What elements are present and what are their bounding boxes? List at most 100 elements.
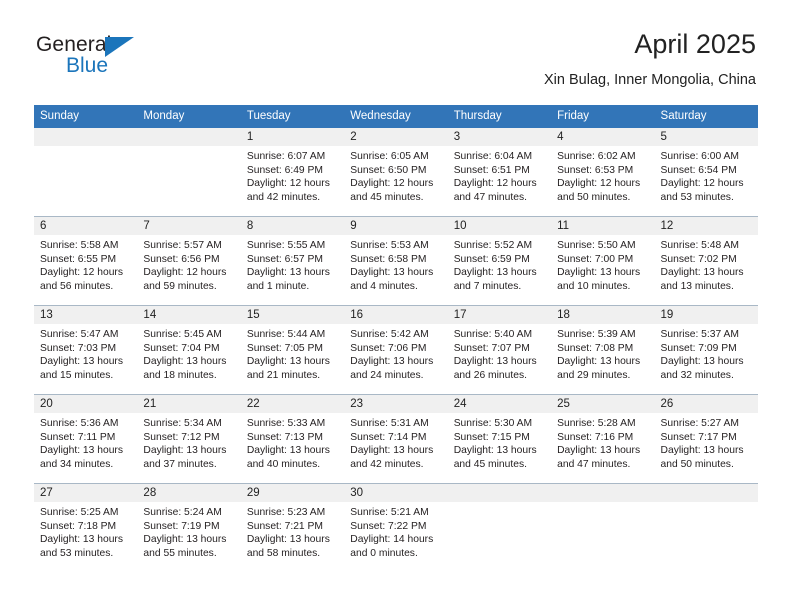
daylight-text: Daylight: 13 hours and 34 minutes. [40,445,123,470]
sunrise-text: Sunrise: 6:05 AM [350,151,429,162]
daylight-text: Daylight: 13 hours and 7 minutes. [453,267,537,292]
sunrise-text: Sunrise: 5:52 AM [453,240,533,251]
day-cell[interactable]: 1 Sunrise: 6:07 AM Sunset: 6:49 PM Dayli… [240,128,345,217]
sunrise-text: Sunrise: 5:48 AM [660,240,739,251]
daylight-text: Daylight: 13 hours and 40 minutes. [246,445,330,470]
day-cell[interactable]: 29 Sunrise: 5:23 AM Sunset: 7:21 PM Dayl… [240,483,345,572]
day-cell[interactable]: 24 Sunrise: 5:30 AM Sunset: 7:15 PM Dayl… [447,394,552,484]
day-cell[interactable]: 21 Sunrise: 5:34 AM Sunset: 7:12 PM Dayl… [137,394,241,484]
daylight-text: Daylight: 13 hours and 21 minutes. [246,356,330,381]
sunrise-text: Sunrise: 5:25 AM [40,507,119,518]
week-row: 6 Sunrise: 5:58 AM Sunset: 6:55 PM Dayli… [34,216,758,306]
day-number: 9 [344,217,448,235]
sunset-text: Sunset: 7:17 PM [660,431,737,443]
day-cell[interactable]: 30 Sunrise: 5:21 AM Sunset: 7:22 PM Dayl… [344,483,448,572]
sunset-text: Sunset: 6:59 PM [453,253,530,265]
day-cell[interactable]: 18 Sunrise: 5:39 AM Sunset: 7:08 PM Dayl… [551,305,655,395]
day-cell[interactable]: 16 Sunrise: 5:42 AM Sunset: 7:06 PM Dayl… [344,305,448,395]
day-details: Sunrise: 6:07 AM Sunset: 6:49 PM Dayligh… [241,146,344,204]
day-details: Sunrise: 5:31 AM Sunset: 7:14 PM Dayligh… [344,413,447,471]
day-cell[interactable]: 2 Sunrise: 6:05 AM Sunset: 6:50 PM Dayli… [344,128,448,217]
sunrise-text: Sunrise: 6:04 AM [453,151,533,162]
day-cell[interactable]: 4 Sunrise: 6:02 AM Sunset: 6:53 PM Dayli… [551,128,655,217]
day-number: 7 [137,217,241,235]
sunrise-text: Sunrise: 5:36 AM [40,418,119,429]
day-cell[interactable]: 26 Sunrise: 5:27 AM Sunset: 7:17 PM Dayl… [654,394,758,484]
day-cell[interactable]: 3 Sunrise: 6:04 AM Sunset: 6:51 PM Dayli… [447,128,552,217]
sunrise-text: Sunrise: 5:37 AM [660,329,739,340]
sunrise-text: Sunrise: 5:30 AM [453,418,533,429]
day-number: 2 [344,128,448,146]
week-row: 13 Sunrise: 5:47 AM Sunset: 7:03 PM Dayl… [34,305,758,395]
logo-triangle-icon [105,37,134,57]
day-details: Sunrise: 5:37 AM Sunset: 7:09 PM Dayligh… [655,324,758,382]
day-cell-empty [551,483,655,572]
sunset-text: Sunset: 6:53 PM [557,164,634,176]
daylight-text: Daylight: 12 hours and 47 minutes. [453,178,537,203]
daylight-text: Daylight: 13 hours and 55 minutes. [143,534,227,559]
day-cell[interactable]: 23 Sunrise: 5:31 AM Sunset: 7:14 PM Dayl… [344,394,448,484]
sunrise-text: Sunrise: 6:00 AM [660,151,739,162]
day-cell[interactable]: 22 Sunrise: 5:33 AM Sunset: 7:13 PM Dayl… [240,394,345,484]
day-cell[interactable]: 10 Sunrise: 5:52 AM Sunset: 6:59 PM Dayl… [447,216,552,306]
calendar-page: General Blue April 2025 Xin Bulag, Inner… [0,0,792,612]
week-row: 20 Sunrise: 5:36 AM Sunset: 7:11 PM Dayl… [34,394,758,484]
day-details: Sunrise: 5:27 AM Sunset: 7:17 PM Dayligh… [655,413,758,471]
day-details: Sunrise: 5:53 AM Sunset: 6:58 PM Dayligh… [344,235,447,293]
day-cell[interactable]: 27 Sunrise: 5:25 AM Sunset: 7:18 PM Dayl… [34,483,138,572]
day-cell[interactable]: 7 Sunrise: 5:57 AM Sunset: 6:56 PM Dayli… [137,216,241,306]
generalblue-logo[interactable]: General Blue [36,33,166,79]
day-number: 18 [551,306,655,324]
day-cell[interactable]: 5 Sunrise: 6:00 AM Sunset: 6:54 PM Dayli… [654,128,758,217]
sunset-text: Sunset: 6:54 PM [660,164,737,176]
sunset-text: Sunset: 7:03 PM [40,342,117,354]
day-cell[interactable]: 17 Sunrise: 5:40 AM Sunset: 7:07 PM Dayl… [447,305,552,395]
daylight-text: Daylight: 13 hours and 37 minutes. [143,445,227,470]
sunrise-text: Sunrise: 5:34 AM [143,418,222,429]
day-cell[interactable]: 8 Sunrise: 5:55 AM Sunset: 6:57 PM Dayli… [240,216,345,306]
day-details: Sunrise: 5:25 AM Sunset: 7:18 PM Dayligh… [34,502,137,560]
day-cell[interactable]: 20 Sunrise: 5:36 AM Sunset: 7:11 PM Dayl… [34,394,138,484]
daylight-text: Daylight: 12 hours and 42 minutes. [246,178,330,203]
sunset-text: Sunset: 6:56 PM [143,253,220,265]
week-row: 1 Sunrise: 6:07 AM Sunset: 6:49 PM Dayli… [34,128,758,217]
day-details: Sunrise: 5:57 AM Sunset: 6:56 PM Dayligh… [137,235,240,293]
sunrise-text: Sunrise: 5:58 AM [40,240,119,251]
sunrise-text: Sunrise: 5:23 AM [246,507,326,518]
sunset-text: Sunset: 6:58 PM [350,253,427,265]
weekday-header-tuesday: Tuesday [240,105,345,128]
day-cell[interactable]: 13 Sunrise: 5:47 AM Sunset: 7:03 PM Dayl… [34,305,138,395]
day-cell[interactable]: 9 Sunrise: 5:53 AM Sunset: 6:58 PM Dayli… [344,216,448,306]
sunset-text: Sunset: 7:02 PM [660,253,737,265]
day-cell[interactable]: 11 Sunrise: 5:50 AM Sunset: 7:00 PM Dayl… [551,216,655,306]
day-number: 25 [551,395,655,413]
day-number: 27 [34,484,138,502]
day-cell[interactable]: 12 Sunrise: 5:48 AM Sunset: 7:02 PM Dayl… [654,216,758,306]
day-cell[interactable]: 14 Sunrise: 5:45 AM Sunset: 7:04 PM Dayl… [137,305,241,395]
day-number [137,128,241,146]
sunrise-text: Sunrise: 5:57 AM [143,240,222,251]
day-details: Sunrise: 5:39 AM Sunset: 7:08 PM Dayligh… [551,324,654,382]
day-cell[interactable]: 15 Sunrise: 5:44 AM Sunset: 7:05 PM Dayl… [240,305,345,395]
day-details: Sunrise: 5:42 AM Sunset: 7:06 PM Dayligh… [344,324,447,382]
sunset-text: Sunset: 7:18 PM [40,520,117,532]
day-cell[interactable]: 28 Sunrise: 5:24 AM Sunset: 7:19 PM Dayl… [137,483,241,572]
weekday-header-saturday: Saturday [654,105,758,128]
day-cell[interactable]: 6 Sunrise: 5:58 AM Sunset: 6:55 PM Dayli… [34,216,138,306]
day-cell-empty [654,483,758,572]
day-details: Sunrise: 6:05 AM Sunset: 6:50 PM Dayligh… [344,146,447,204]
sunset-text: Sunset: 6:55 PM [40,253,117,265]
sunrise-text: Sunrise: 5:42 AM [350,329,429,340]
daylight-text: Daylight: 12 hours and 59 minutes. [143,267,227,292]
day-cell[interactable]: 25 Sunrise: 5:28 AM Sunset: 7:16 PM Dayl… [551,394,655,484]
day-number: 4 [551,128,655,146]
day-number: 26 [654,395,758,413]
day-details: Sunrise: 6:00 AM Sunset: 6:54 PM Dayligh… [655,146,758,204]
daylight-text: Daylight: 13 hours and 18 minutes. [143,356,227,381]
day-cell[interactable]: 19 Sunrise: 5:37 AM Sunset: 7:09 PM Dayl… [654,305,758,395]
page-title: April 2025 [634,29,756,59]
day-number: 1 [240,128,345,146]
sunset-text: Sunset: 7:12 PM [143,431,220,443]
day-number: 24 [447,395,552,413]
title-block: April 2025 Xin Bulag, Inner Mongolia, Ch… [544,28,756,90]
